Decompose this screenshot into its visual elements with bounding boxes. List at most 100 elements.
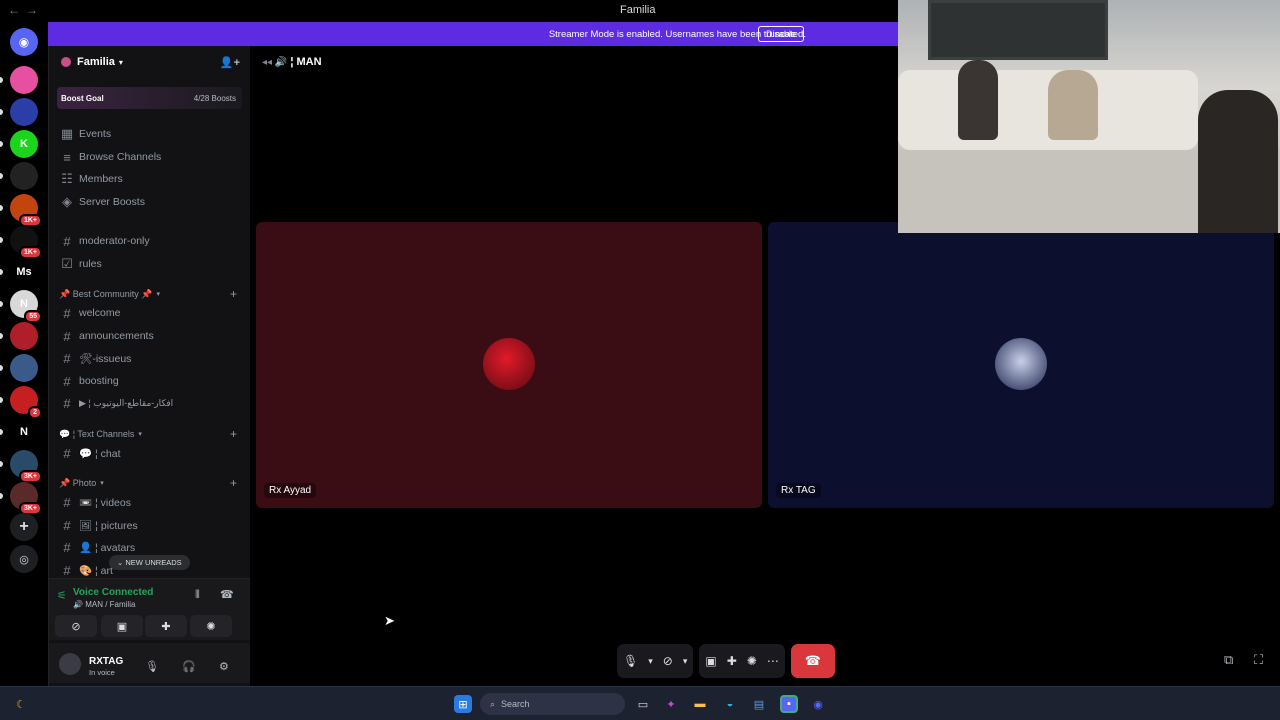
- activities-button[interactable]: ✚: [145, 615, 187, 637]
- menu-label: Server Boosts: [79, 196, 145, 208]
- channel-sidebar: Familia ▾ 👤+ Boost Goal 4/28 Boosts ▦ Eve…: [48, 46, 251, 686]
- screen-share-button[interactable]: ▣: [101, 615, 143, 637]
- leave-call-button[interactable]: ☎: [790, 644, 835, 678]
- discord-icon[interactable]: ◉: [809, 695, 827, 713]
- server-5[interactable]: 1K+: [10, 194, 42, 227]
- server-4[interactable]: [10, 162, 38, 190]
- channel-chat[interactable]: # 💬 ¦ chat: [59, 443, 243, 463]
- screen-share-icon[interactable]: ▣: [705, 654, 716, 668]
- popout-icon[interactable]: ⧉: [1224, 652, 1233, 668]
- unread-pip: [0, 77, 3, 83]
- server-11[interactable]: 2: [10, 386, 42, 419]
- boost-goal-label: Boost Goal: [61, 93, 104, 103]
- edge-icon[interactable]: ◒: [721, 695, 739, 713]
- server-1[interactable]: [10, 66, 38, 94]
- avatar[interactable]: [59, 653, 81, 675]
- channel-videos[interactable]: # 📼 ¦ videos: [59, 492, 243, 512]
- noise-suppression-icon[interactable]: ⦀: [195, 589, 200, 602]
- mic-control[interactable]: 🎙 ▾ ⊘ ▾: [617, 644, 694, 678]
- fullscreen-icon[interactable]: ⛶: [1254, 652, 1263, 668]
- server-6[interactable]: 1K+: [10, 226, 42, 259]
- server-name: Familia: [77, 56, 115, 68]
- channel-avatars[interactable]: # 👤 ¦ avatars: [59, 537, 243, 557]
- voice-location[interactable]: 🔊 MAN / Familia: [73, 600, 135, 609]
- mouse-cursor-icon: ➤: [384, 613, 395, 628]
- gear-icon[interactable]: ⚙: [219, 660, 229, 673]
- activities-icon[interactable]: ✚: [727, 654, 737, 668]
- hash-icon: #: [63, 350, 71, 366]
- app-icon[interactable]: ▪: [780, 695, 798, 713]
- headphones-icon[interactable]: 🎧: [182, 660, 196, 673]
- channel-label: ▶ ¦ افكار-مقاطع-اليوتيوب: [79, 397, 174, 408]
- task-view-icon[interactable]: ▭: [634, 695, 652, 713]
- unread-pip: [0, 365, 3, 371]
- server-10[interactable]: [10, 354, 38, 382]
- soundboard-icon[interactable]: ✺: [747, 654, 757, 668]
- category-text-channels[interactable]: 💬 ¦ Text Channels ▾ +: [59, 426, 243, 442]
- category-photo[interactable]: 📌 Photo ▾ +: [59, 475, 243, 491]
- disconnect-icon[interactable]: ☎: [220, 588, 234, 601]
- start-icon[interactable]: ⊞: [454, 695, 472, 713]
- server-14[interactable]: 3K+: [10, 482, 42, 515]
- store-icon[interactable]: ▤: [750, 695, 768, 713]
- chevron-down-icon[interactable]: ▾: [683, 656, 688, 667]
- menu-browse-channels[interactable]: ≡ Browse Channels: [59, 147, 243, 167]
- search-input[interactable]: ⌕ Search: [480, 693, 625, 715]
- channel-rules[interactable]: ☑ rules: [59, 254, 243, 274]
- discord-home-icon[interactable]: ◉: [10, 28, 38, 56]
- invite-icon[interactable]: 👤+: [220, 56, 240, 69]
- channel-boosting[interactable]: # boosting: [59, 371, 243, 391]
- user-panel: RXTAG In voice 🎙 🎧 ⚙: [49, 643, 251, 683]
- folder-icon[interactable]: ▬: [691, 695, 709, 713]
- participant-tile[interactable]: Rx Ayyad: [256, 222, 762, 508]
- hash-icon: #: [63, 395, 71, 411]
- channel-moderator-only[interactable]: # moderator-only: [59, 231, 243, 251]
- chevron-down-icon: ▾: [156, 291, 160, 298]
- copilot-icon[interactable]: ✦: [662, 695, 680, 713]
- server-13[interactable]: 3K+: [10, 450, 42, 483]
- camera-off-button[interactable]: ⊘: [55, 615, 97, 637]
- server-kick[interactable]: K: [10, 130, 38, 158]
- server-n[interactable]: N 55: [10, 290, 42, 323]
- server-icon: [61, 57, 71, 67]
- server-12[interactable]: N: [10, 418, 38, 446]
- microphone-icon[interactable]: 🎙: [623, 654, 638, 668]
- discover-icon[interactable]: ◎: [10, 545, 38, 573]
- channel-youtube-ideas[interactable]: # ▶ ¦ افكار-مقاطع-اليوتيوب: [59, 393, 243, 413]
- microphone-icon[interactable]: 🎙: [145, 660, 159, 673]
- channel-welcome[interactable]: # welcome: [59, 303, 243, 323]
- server-2[interactable]: [10, 98, 38, 126]
- disable-button[interactable]: Disable: [757, 26, 804, 42]
- channel-issues[interactable]: # 🛠-issueus: [59, 348, 243, 368]
- server-ms[interactable]: Ms: [10, 258, 38, 286]
- channel-pictures[interactable]: # 🖼 ¦ pictures: [59, 515, 243, 535]
- participant-tile[interactable]: Rx TAG: [768, 222, 1274, 508]
- add-channel-icon[interactable]: +: [230, 427, 237, 441]
- more-icon[interactable]: ⋯: [767, 654, 779, 668]
- menu-members[interactable]: ☷ Members: [59, 169, 243, 189]
- chevron-down-icon[interactable]: ▾: [648, 656, 653, 667]
- avatar: [483, 338, 535, 390]
- category-best-community[interactable]: 📌 Best Community 📌 ▾ +: [59, 286, 243, 302]
- menu-server-boosts[interactable]: ◈ Server Boosts: [59, 192, 243, 212]
- weather-icon[interactable]: ☾: [12, 695, 30, 713]
- signal-icon[interactable]: ⚟: [57, 589, 67, 602]
- soundboard-button[interactable]: ✺: [190, 615, 232, 637]
- window-title: Familia: [620, 4, 656, 16]
- add-channel-icon[interactable]: +: [230, 476, 237, 490]
- activity-controls: ▣ ✚ ✺ ⋯: [699, 644, 785, 678]
- unread-badge: 2: [28, 406, 42, 419]
- camera-off-icon[interactable]: ⊘: [663, 654, 673, 668]
- unread-pip: [0, 237, 3, 243]
- add-server-icon[interactable]: +: [10, 513, 38, 541]
- unread-badge: 55: [24, 310, 42, 323]
- channel-announcements[interactable]: # announcements: [59, 326, 243, 346]
- unread-pip: [0, 397, 3, 403]
- new-unreads-pill[interactable]: ⌄ NEW UNREADS: [109, 555, 190, 570]
- nav-arrows[interactable]: ←→: [8, 3, 44, 17]
- boost-goal[interactable]: Boost Goal 4/28 Boosts: [57, 87, 242, 109]
- server-9[interactable]: [10, 322, 38, 350]
- add-channel-icon[interactable]: +: [230, 287, 237, 301]
- menu-events[interactable]: ▦ Events: [59, 124, 243, 144]
- server-header[interactable]: Familia ▾ 👤+: [49, 46, 250, 78]
